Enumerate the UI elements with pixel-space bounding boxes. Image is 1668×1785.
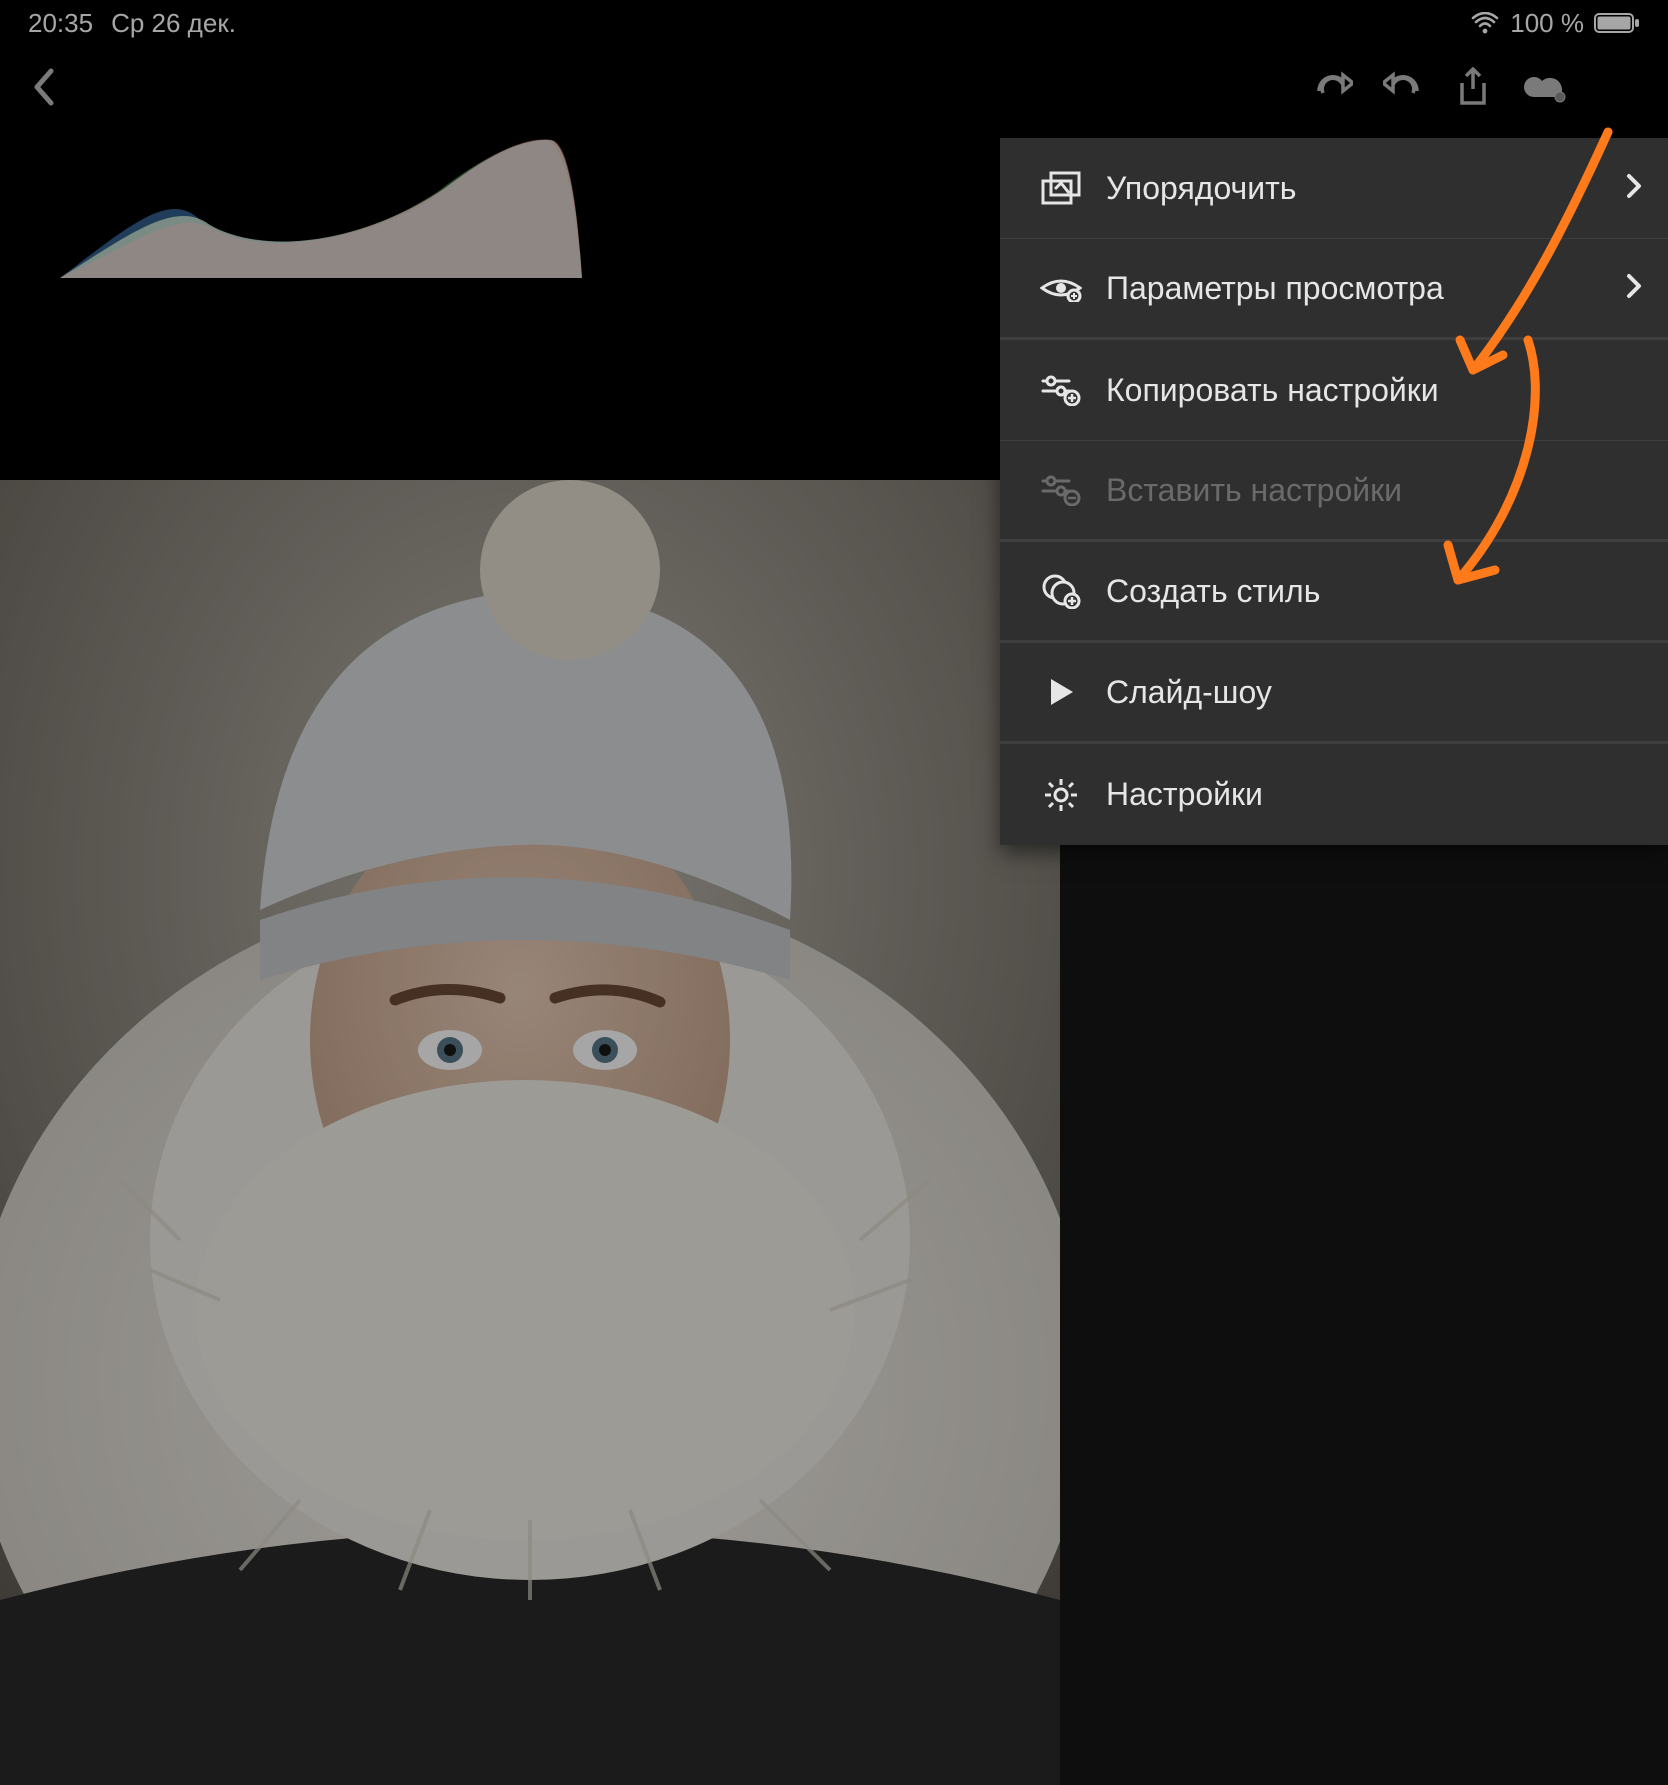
app-toolbar bbox=[0, 46, 1668, 128]
gear-icon bbox=[1034, 777, 1088, 813]
status-time: 20:35 bbox=[28, 8, 93, 39]
histogram bbox=[50, 130, 590, 280]
menu-item-label: Параметры просмотра bbox=[1106, 270, 1444, 307]
status-date: Ср 26 дек. bbox=[111, 8, 236, 39]
menu-item-slideshow[interactable]: Слайд-шоу bbox=[1000, 643, 1668, 744]
photo-preview[interactable] bbox=[0, 480, 1060, 1785]
chevron-right-icon bbox=[1626, 270, 1642, 307]
menu-item-settings[interactable]: Настройки bbox=[1000, 744, 1668, 845]
menu-item-label: Слайд-шоу bbox=[1106, 674, 1272, 711]
play-icon bbox=[1034, 676, 1088, 708]
menu-item-create-preset[interactable]: Создать стиль bbox=[1000, 542, 1668, 643]
sliders-paste-icon bbox=[1034, 474, 1088, 506]
menu-item-label: Упорядочить bbox=[1106, 170, 1296, 207]
status-battery-text: 100 % bbox=[1510, 8, 1584, 39]
menu-item-label: Копировать настройки bbox=[1106, 372, 1439, 409]
menu-item-label: Создать стиль bbox=[1106, 573, 1320, 610]
battery-icon bbox=[1594, 12, 1640, 34]
status-bar: 20:35 Ср 26 дек. 100 % bbox=[0, 0, 1668, 46]
more-button[interactable] bbox=[1578, 57, 1648, 117]
sliders-copy-icon bbox=[1034, 374, 1088, 406]
menu-item-copy-settings[interactable]: Копировать настройки bbox=[1000, 340, 1668, 441]
share-button[interactable] bbox=[1438, 57, 1508, 117]
menu-item-label: Настройки bbox=[1106, 776, 1263, 813]
undo-button[interactable] bbox=[1368, 57, 1438, 117]
view-options-icon bbox=[1034, 274, 1088, 302]
preset-add-icon bbox=[1034, 573, 1088, 609]
menu-item-paste-settings: Вставить настройки bbox=[1000, 441, 1668, 542]
more-menu: Упорядочить Параметры просмотра Копирова… bbox=[1000, 138, 1668, 845]
menu-item-label: Вставить настройки bbox=[1106, 472, 1402, 509]
menu-item-organize[interactable]: Упорядочить bbox=[1000, 138, 1668, 239]
wifi-icon bbox=[1470, 12, 1500, 34]
back-button[interactable] bbox=[20, 63, 68, 111]
chevron-right-icon bbox=[1626, 170, 1642, 207]
organize-icon bbox=[1034, 171, 1088, 205]
redo-button[interactable] bbox=[1298, 57, 1368, 117]
cloud-sync-button[interactable] bbox=[1508, 57, 1578, 117]
menu-item-view-options[interactable]: Параметры просмотра bbox=[1000, 239, 1668, 340]
